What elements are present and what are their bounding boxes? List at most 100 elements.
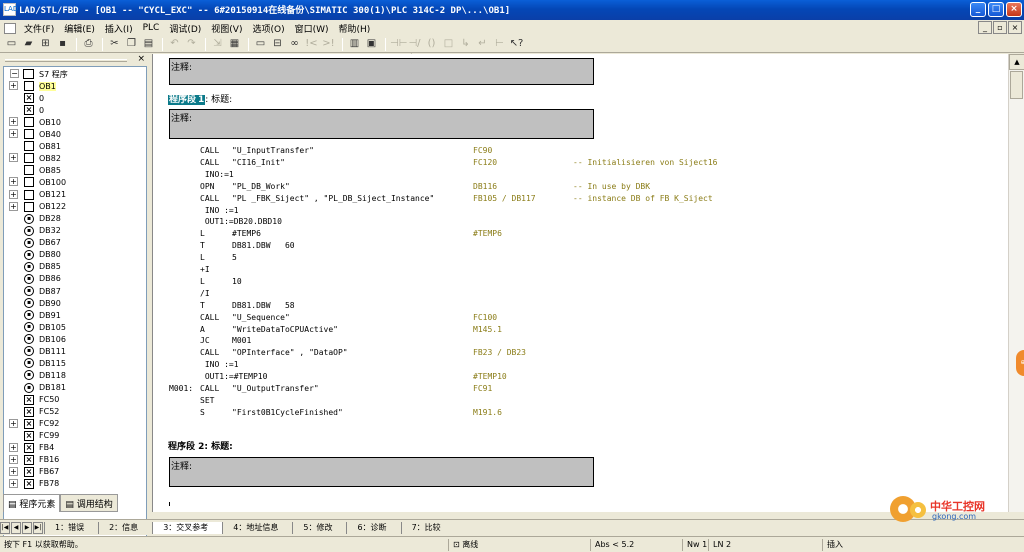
tree-item[interactable]: ▪ DB67: [24, 237, 61, 249]
monitor-icon[interactable]: ▦: [227, 37, 242, 51]
tree-item[interactable]: + × FC92: [9, 418, 59, 430]
panel-close-icon[interactable]: ×: [137, 54, 145, 64]
tree-item[interactable]: + × FB4: [9, 442, 54, 454]
tree-item[interactable]: × 0: [24, 104, 44, 116]
network-2-comment-box[interactable]: 注释:: [169, 457, 594, 487]
contact-no-icon[interactable]: ⊣⊢: [390, 37, 407, 51]
tree-item[interactable]: ▪ DB91: [24, 309, 61, 321]
tab-address-info[interactable]: 4：地址信息: [222, 521, 292, 534]
tree-item[interactable]: ▪ DB90: [24, 297, 61, 309]
tree-item[interactable]: + OB121: [9, 189, 66, 201]
print-icon[interactable]: ⎙: [81, 37, 96, 51]
contact-nc-icon[interactable]: ⊣/⊢: [407, 37, 422, 63]
cut-icon[interactable]: ✂: [107, 37, 122, 51]
menu-options[interactable]: 选项(O): [248, 22, 290, 35]
empty-box-icon[interactable]: □: [441, 37, 456, 51]
tree-item[interactable]: ▪ DB118: [24, 369, 66, 381]
mdi-minimize-button[interactable]: _: [978, 21, 992, 34]
accessible-nodes-icon[interactable]: ⊞: [38, 37, 53, 51]
copy-icon[interactable]: ❐: [124, 37, 139, 51]
help-pointer-icon[interactable]: ↖?: [509, 37, 524, 51]
coil-icon[interactable]: (): [424, 37, 439, 51]
tab-program-elements[interactable]: ▤ 程序元素: [3, 494, 61, 512]
tab-info[interactable]: 2：信息: [98, 521, 152, 534]
tree-item[interactable]: ▪ DB86: [24, 273, 61, 285]
stl-editor[interactable]: 注释: 程序段 1: 标题: 注释: CALL "U_InputTransfer" F…: [152, 54, 1024, 512]
expand-icon[interactable]: +: [9, 478, 18, 488]
open-folder-icon[interactable]: ▰: [21, 37, 36, 51]
last-tab-arrow-icon[interactable]: ▶|: [33, 521, 43, 534]
maximize-button[interactable]: □: [988, 2, 1004, 17]
tree-root[interactable]: − S7 程序: [10, 68, 68, 80]
tree-item[interactable]: × FC52: [24, 406, 59, 418]
network-2-title[interactable]: 程序段 2: 标题:: [168, 439, 233, 452]
tree-item[interactable]: ▪ DB111: [24, 345, 66, 357]
tree-item[interactable]: + OB1: [9, 80, 56, 92]
tree-item[interactable]: ▪ DB181: [24, 382, 66, 394]
menu-edit[interactable]: 编辑(E): [60, 22, 101, 35]
tab-compare[interactable]: 7：比较: [400, 521, 455, 534]
tree-item[interactable]: OB81: [24, 140, 61, 152]
block-comment-box[interactable]: 注释:: [169, 58, 594, 85]
tree-item[interactable]: ▪ DB115: [24, 357, 66, 369]
tree-item[interactable]: + OB122: [9, 201, 66, 213]
expand-icon[interactable]: +: [9, 81, 18, 90]
block-tree[interactable]: − S7 程序 + OB1 × 0 × 0 + OB10 + OB40 OB81 + OB82 OB85 +…: [3, 66, 147, 548]
expand-icon[interactable]: +: [9, 189, 18, 199]
tab-call-structure[interactable]: ▤ 调用结构: [60, 494, 118, 512]
window-icon[interactable]: ▭: [253, 37, 268, 51]
tree-item[interactable]: + × FB78: [9, 478, 59, 490]
tree-item[interactable]: ▪ DB28: [24, 213, 61, 225]
tree-item[interactable]: + × FB16: [9, 454, 59, 466]
tree-item[interactable]: ▪ DB80: [24, 249, 61, 261]
tree-item[interactable]: OB85: [24, 164, 61, 176]
next-tab-arrow-icon[interactable]: ▶: [22, 521, 32, 534]
tree-item[interactable]: + OB10: [9, 116, 61, 128]
scroll-thumb[interactable]: [1010, 71, 1023, 99]
panel-grip[interactable]: [5, 59, 127, 62]
tree-item[interactable]: + OB40: [9, 128, 61, 140]
menu-insert[interactable]: 插入(I): [101, 22, 139, 35]
expand-icon[interactable]: +: [9, 466, 18, 476]
overview-icon[interactable]: ▥: [347, 37, 362, 51]
address-next-icon[interactable]: >!: [321, 37, 336, 51]
redo-icon[interactable]: ↷: [184, 37, 199, 51]
menu-file[interactable]: 文件(F): [20, 22, 60, 35]
expand-icon[interactable]: +: [9, 418, 18, 428]
address-icon[interactable]: !<: [304, 37, 319, 51]
expand-icon[interactable]: +: [9, 442, 18, 452]
mdi-restore-button[interactable]: ▫: [993, 21, 1007, 34]
new-icon[interactable]: ▭: [4, 37, 19, 51]
tree-item[interactable]: + × FB67: [9, 466, 59, 478]
tree-item[interactable]: × 0: [24, 92, 44, 104]
network-icon[interactable]: ⊟: [270, 37, 285, 51]
tree-item[interactable]: + OB82: [9, 152, 61, 164]
expand-icon[interactable]: +: [9, 153, 18, 163]
menu-help[interactable]: 帮助(H): [335, 22, 377, 35]
expand-icon[interactable]: +: [9, 129, 18, 139]
expand-icon[interactable]: +: [9, 117, 18, 127]
tree-item[interactable]: ▪ DB32: [24, 225, 61, 237]
tree-item[interactable]: × FC50: [24, 394, 59, 406]
menu-debug[interactable]: 调试(D): [165, 22, 207, 35]
document-icon[interactable]: [4, 22, 16, 34]
tree-item[interactable]: ▪ DB85: [24, 261, 61, 273]
download-icon[interactable]: ⇲: [210, 37, 225, 51]
minimize-button[interactable]: _: [970, 2, 986, 17]
undo-icon[interactable]: ↶: [167, 37, 182, 51]
tab-modify[interactable]: 5：修改: [292, 521, 346, 534]
paste-icon[interactable]: ▤: [141, 37, 156, 51]
menu-plc[interactable]: PLC: [139, 23, 166, 33]
floating-badge[interactable]: ⊕: [1016, 350, 1024, 376]
prev-tab-arrow-icon[interactable]: ◀: [11, 521, 21, 534]
network-1-comment-box[interactable]: 注释:: [169, 109, 594, 139]
tree-item[interactable]: ▪ DB106: [24, 333, 66, 345]
tree-item[interactable]: + OB100: [9, 176, 66, 188]
close-button[interactable]: ×: [1006, 2, 1022, 17]
menu-view[interactable]: 视图(V): [207, 22, 248, 35]
connection-icon[interactable]: ⊢: [492, 37, 507, 51]
branch-close-icon[interactable]: ↵: [475, 37, 490, 51]
expand-icon[interactable]: +: [9, 201, 18, 211]
tab-errors[interactable]: 1：错误: [44, 521, 98, 534]
menu-window[interactable]: 窗口(W): [291, 22, 335, 35]
